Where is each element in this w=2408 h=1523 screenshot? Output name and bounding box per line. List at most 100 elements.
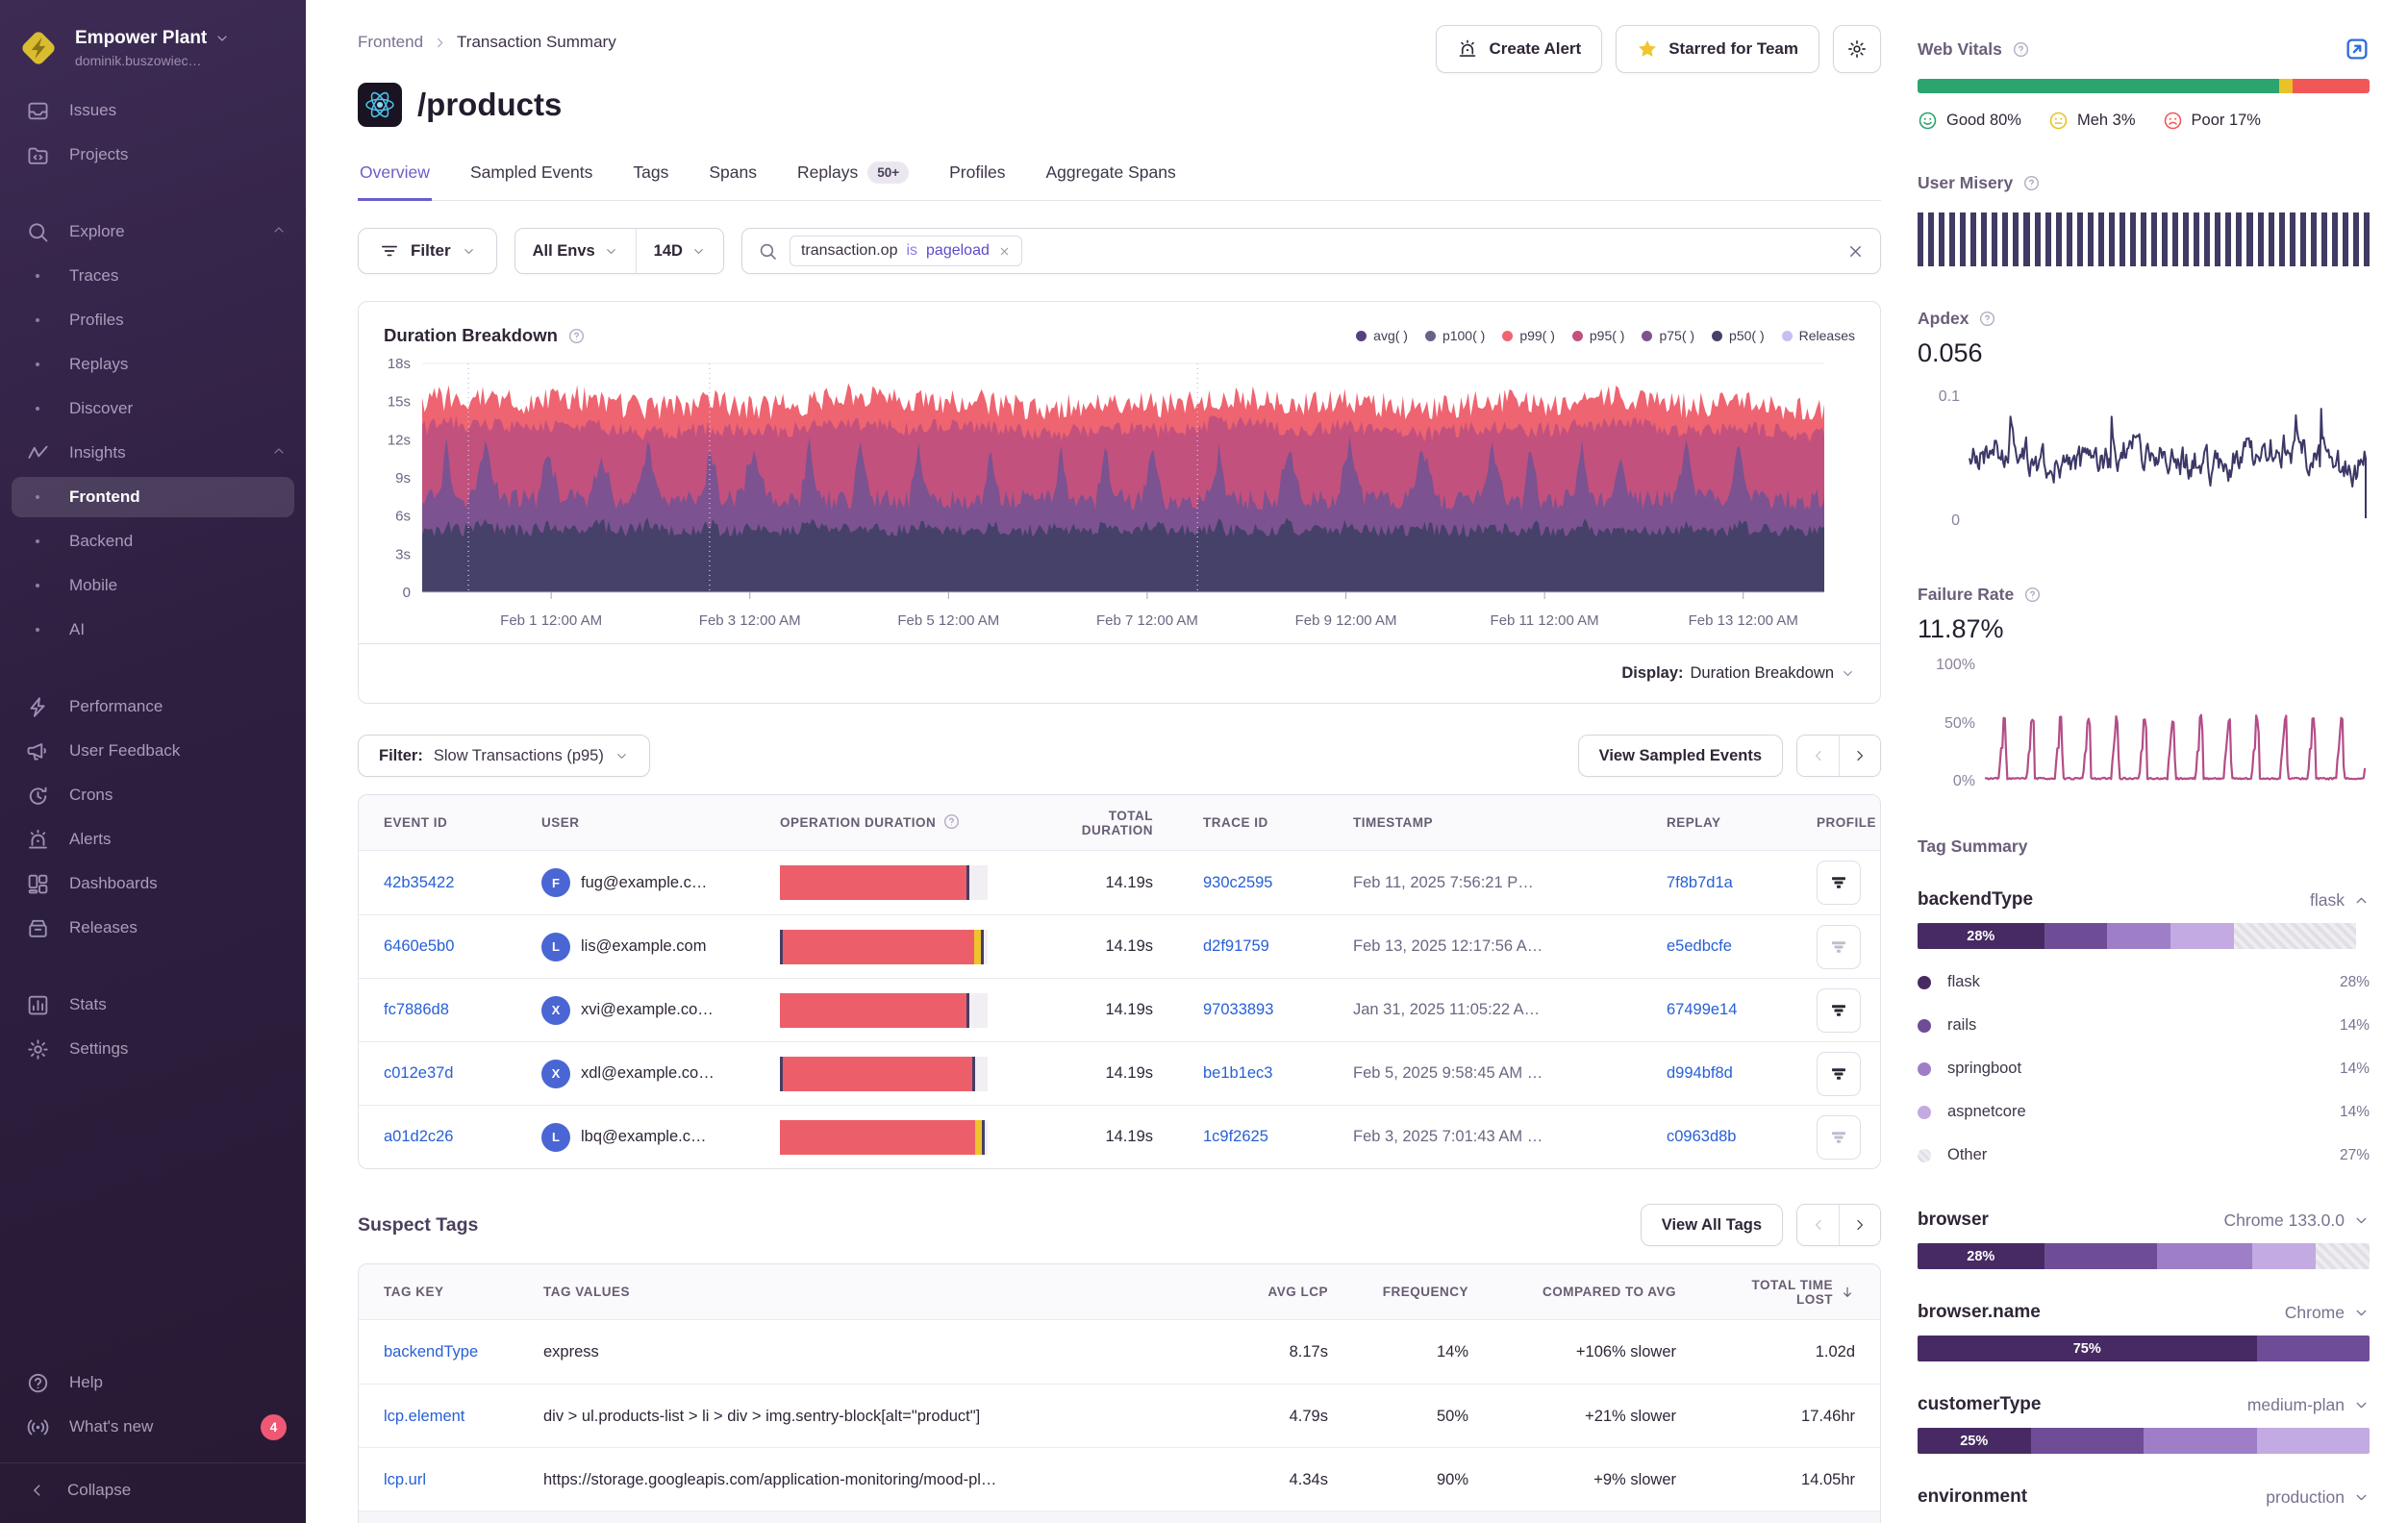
display-selector[interactable]: Display: Duration Breakdown (359, 643, 1880, 703)
help-icon[interactable] (942, 812, 961, 834)
starred-for-team-button[interactable]: Starred for Team (1616, 25, 1819, 73)
replay-id-link[interactable]: 67499e14 (1667, 1001, 1737, 1019)
profile-button[interactable] (1817, 861, 1861, 905)
sidebar-item-performance[interactable]: Performance (0, 685, 306, 729)
tag-selected-value[interactable]: medium-plan (2247, 1395, 2370, 1415)
legend-item[interactable]: Releases (1782, 328, 1855, 343)
sidebar-item-user-feedback[interactable]: User Feedback (0, 729, 306, 773)
tab-overview[interactable]: Overview (358, 154, 432, 201)
trace-id-link[interactable]: 97033893 (1203, 1001, 1273, 1019)
view-all-tags-button[interactable]: View All Tags (1641, 1204, 1783, 1246)
sidebar-item-backend[interactable]: Backend (0, 519, 306, 563)
profile-button[interactable] (1817, 925, 1861, 969)
tab-aggregate-spans[interactable]: Aggregate Spans (1043, 154, 1177, 201)
tag-legend-row[interactable]: flask28% (1918, 961, 2370, 1004)
column-header-user[interactable]: USER (516, 815, 755, 830)
sidebar-item-mobile[interactable]: Mobile (0, 563, 306, 608)
duration-breakdown-chart[interactable]: 18s15s12s9s6s3s0Feb 1 12:00 AMFeb 3 12:0… (359, 350, 1836, 638)
trace-id-link[interactable]: 930c2595 (1203, 874, 1273, 892)
column-header-tag-key[interactable]: TAG KEY (359, 1285, 518, 1299)
help-icon[interactable] (2012, 40, 2030, 59)
tab-profiles[interactable]: Profiles (947, 154, 1007, 201)
replay-id-link[interactable]: c0963d8b (1667, 1128, 1737, 1146)
event-id-link[interactable]: fc7886d8 (384, 1001, 449, 1019)
apdex-chart[interactable]: 0.10 (1918, 374, 2371, 542)
breadcrumb-project[interactable]: Frontend (358, 33, 423, 52)
replay-id-link[interactable]: d994bf8d (1667, 1064, 1733, 1083)
filter-button[interactable]: Filter (358, 228, 497, 274)
column-header-profile[interactable]: PROFILE (1792, 815, 1881, 830)
tab-tags[interactable]: Tags (631, 154, 670, 201)
event-id-link[interactable]: a01d2c26 (384, 1128, 454, 1146)
legend-item[interactable]: p95( ) (1572, 328, 1625, 343)
tag-legend-row[interactable]: rails14% (1918, 1004, 2370, 1047)
operation-duration-bar[interactable] (780, 930, 988, 964)
previous-page-button[interactable] (1797, 736, 1839, 776)
trace-id-link[interactable]: be1b1ec3 (1203, 1064, 1273, 1083)
failure-rate-chart[interactable]: 100%50%0% (1918, 650, 2371, 794)
search-token[interactable]: transaction.op is pageload (790, 236, 1022, 266)
next-page-button[interactable] (1839, 1205, 1880, 1245)
operation-duration-bar[interactable] (780, 1057, 988, 1091)
sidebar-item-traces[interactable]: Traces (0, 254, 306, 298)
sidebar-item-discover[interactable]: Discover (0, 387, 306, 431)
sidebar-item-dashboards[interactable]: Dashboards (0, 861, 306, 906)
column-header-avg-lcp[interactable]: AVG LCP (1240, 1285, 1353, 1299)
tag-distribution-bar[interactable]: 28% (1918, 1243, 2370, 1269)
tag-selected-value[interactable]: flask (2310, 890, 2370, 911)
sidebar-item-crons[interactable]: Crons (0, 773, 306, 817)
sidebar-item-what-s-new[interactable]: What's new4 (0, 1405, 306, 1449)
transactions-filter-select[interactable]: Filter: Slow Transactions (p95) (358, 735, 650, 777)
column-header-operation-duration[interactable]: OPERATION DURATION (755, 812, 1036, 834)
web-vitals-bar[interactable] (1918, 79, 2370, 93)
sidebar-item-alerts[interactable]: Alerts (0, 817, 306, 861)
event-id-link[interactable]: 6460e5b0 (384, 937, 454, 956)
create-alert-button[interactable]: Create Alert (1436, 25, 1602, 73)
legend-item[interactable]: p75( ) (1642, 328, 1694, 343)
previous-page-button[interactable] (1797, 1205, 1839, 1245)
view-sampled-events-button[interactable]: View Sampled Events (1578, 735, 1783, 777)
tag-distribution-bar[interactable]: 28% (1918, 923, 2370, 949)
column-header-total-duration[interactable]: TOTAL DURATION (1036, 809, 1178, 837)
tab-sampled-events[interactable]: Sampled Events (468, 154, 594, 201)
replay-id-link[interactable]: e5edbcfe (1667, 937, 1732, 956)
collapse-button[interactable]: Collapse (0, 1462, 306, 1504)
operation-duration-bar[interactable] (780, 865, 988, 900)
settings-button[interactable] (1833, 25, 1881, 73)
tag-legend-row[interactable]: Other27% (1918, 1134, 2370, 1177)
legend-item[interactable]: p50( ) (1712, 328, 1765, 343)
sidebar-item-releases[interactable]: Releases (0, 906, 306, 950)
sidebar-item-help[interactable]: Help (0, 1361, 306, 1405)
search-clear-icon[interactable] (1846, 242, 1865, 261)
operation-duration-bar[interactable] (780, 1120, 988, 1155)
tag-key-link[interactable]: lcp.element (384, 1408, 464, 1426)
help-icon[interactable] (2023, 586, 2042, 604)
sidebar-item-explore[interactable]: Explore (0, 210, 306, 254)
help-icon[interactable] (2022, 174, 2041, 192)
trace-id-link[interactable]: 1c9f2625 (1203, 1128, 1268, 1146)
sidebar-item-profiles[interactable]: Profiles (0, 298, 306, 342)
sidebar-item-insights[interactable]: Insights (0, 431, 306, 475)
trace-id-link[interactable]: d2f91759 (1203, 937, 1269, 956)
operation-duration-bar[interactable] (780, 993, 988, 1028)
column-header-replay[interactable]: REPLAY (1642, 815, 1792, 830)
column-header-frequency[interactable]: FREQUENCY (1353, 1285, 1493, 1299)
profile-button[interactable] (1817, 1115, 1861, 1160)
environment-select[interactable]: All Envs (515, 229, 636, 273)
column-header-event-id[interactable]: EVENT ID (359, 815, 516, 830)
sidebar-item-projects[interactable]: Projects (0, 133, 306, 177)
tag-legend-row[interactable]: springboot14% (1918, 1047, 2370, 1090)
help-icon[interactable] (567, 327, 586, 345)
sidebar-item-stats[interactable]: Stats (0, 983, 306, 1027)
sidebar-item-frontend[interactable]: Frontend (12, 477, 294, 517)
tag-selected-value[interactable]: production (2266, 1487, 2370, 1508)
column-header-timestamp[interactable]: TIMESTAMP (1328, 815, 1642, 830)
user-misery-chart[interactable] (1918, 212, 2370, 266)
column-header-tag-values[interactable]: TAG VALUES (518, 1285, 1240, 1299)
open-in-new-icon[interactable] (2345, 37, 2370, 62)
tag-key-link[interactable]: backendType (384, 1343, 478, 1361)
token-remove-icon[interactable] (998, 245, 1011, 258)
profile-button[interactable] (1817, 1052, 1861, 1096)
tag-legend-row[interactable]: aspnetcore14% (1918, 1090, 2370, 1134)
sidebar-item-issues[interactable]: Issues (0, 88, 306, 133)
